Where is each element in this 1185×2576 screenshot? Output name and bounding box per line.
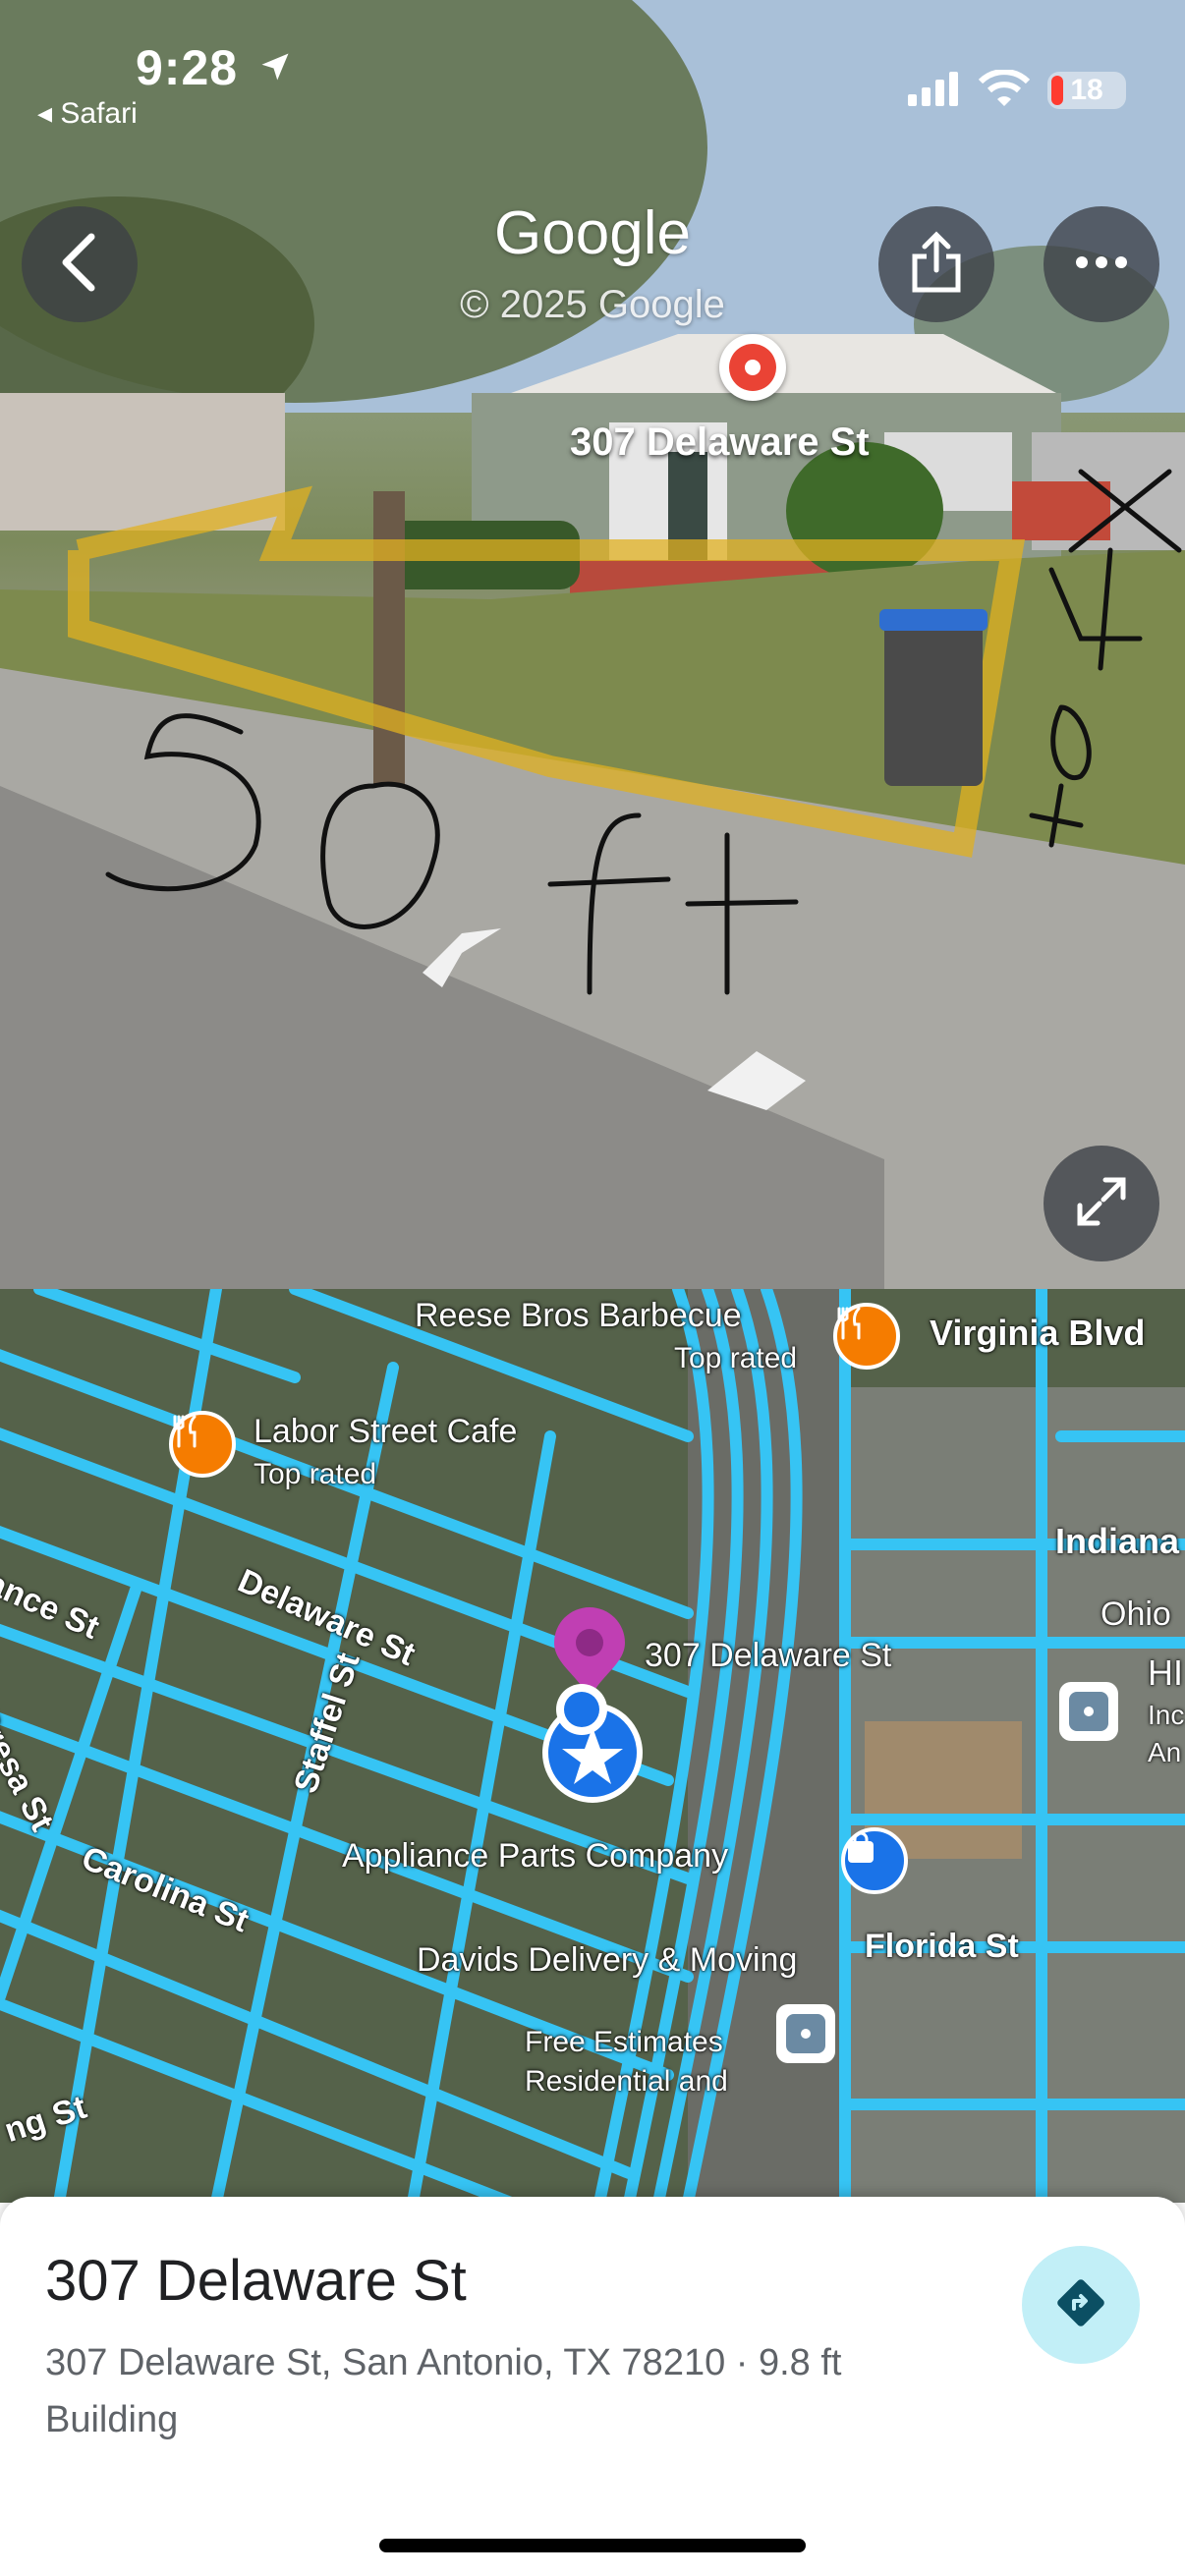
copyright-text: © 2025 Google — [460, 283, 725, 326]
share-button[interactable] — [878, 206, 994, 322]
shopping-bag-icon[interactable] — [841, 1827, 908, 1894]
place-title: 307 Delaware St — [45, 2249, 467, 2313]
street-label-virginia-blvd: Virginia Blvd — [930, 1313, 1146, 1353]
business-icon[interactable] — [776, 2004, 835, 2063]
poi-label-labor-street-cafe[interactable]: Labor Street Cafe — [254, 1413, 517, 1451]
place-type: Building — [45, 2399, 179, 2440]
share-icon — [909, 230, 964, 299]
place-details-sheet[interactable]: 307 Delaware St 307 Delaware St, San Ant… — [0, 2197, 1185, 2576]
partial-label-inc: Inc — [1148, 1700, 1185, 1730]
business-icon[interactable] — [1059, 1682, 1118, 1741]
poi-sub-residential: Residential and — [525, 2065, 728, 2098]
street-label-ohio: Ohio — [1100, 1596, 1171, 1633]
poi-sub-reese-bros: Top rated — [674, 1342, 798, 1374]
restaurant-icon[interactable] — [833, 1303, 900, 1370]
directions-button[interactable] — [1022, 2246, 1140, 2364]
expand-street-view-button[interactable] — [1044, 1146, 1159, 1261]
wifi-icon — [978, 68, 1031, 112]
street-label-florida-st: Florida St — [865, 1928, 1019, 1965]
more-horizontal-icon — [1074, 255, 1129, 274]
google-logo-text: Google — [494, 199, 691, 267]
home-indicator[interactable] — [379, 2539, 806, 2552]
place-pin-icon — [719, 334, 786, 401]
location-arrow-icon — [257, 49, 293, 89]
partial-label-hi: HI — [1148, 1652, 1183, 1693]
cellular-signal-icon — [906, 71, 961, 111]
poi-label-reese-bros[interactable]: Reese Bros Barbecue — [415, 1297, 742, 1335]
status-time: 9:28 — [136, 40, 239, 95]
restaurant-icon[interactable] — [169, 1411, 236, 1478]
poi-sub-labor-street-cafe: Top rated — [254, 1458, 377, 1490]
place-address: 307 Delaware St, San Antonio, TX 78210 ·… — [45, 2342, 842, 2383]
partial-label-an: An — [1148, 1737, 1182, 1767]
expand-icon — [1074, 1174, 1129, 1234]
map-view[interactable]: Reese Bros Barbecue Top rated Labor Stre… — [0, 1289, 1185, 2203]
status-bar: 9:28 ◂ Safari 18 — [0, 0, 1185, 138]
street-view-image — [0, 0, 1185, 1289]
selected-place-label[interactable]: 307 Delaware St — [645, 1637, 891, 1675]
poi-label-davids-delivery[interactable]: Davids Delivery & Moving — [417, 1941, 797, 1980]
street-label-indiana: Indiana — [1055, 1521, 1180, 1561]
back-to-safari-link[interactable]: ◂ Safari — [37, 96, 138, 131]
more-options-button[interactable] — [1044, 206, 1159, 322]
street-view-place-label: 307 Delaware St — [570, 420, 870, 464]
street-view-panel[interactable]: 9:28 ◂ Safari 18 Google © 2025 Google 30… — [0, 0, 1185, 1289]
battery-indicator: 18 — [1047, 72, 1126, 109]
directions-icon — [1057, 2278, 1104, 2331]
poi-label-appliance-parts[interactable]: Appliance Parts Company — [342, 1837, 728, 1876]
poi-sub-free-estimates: Free Estimates — [525, 2026, 723, 2058]
